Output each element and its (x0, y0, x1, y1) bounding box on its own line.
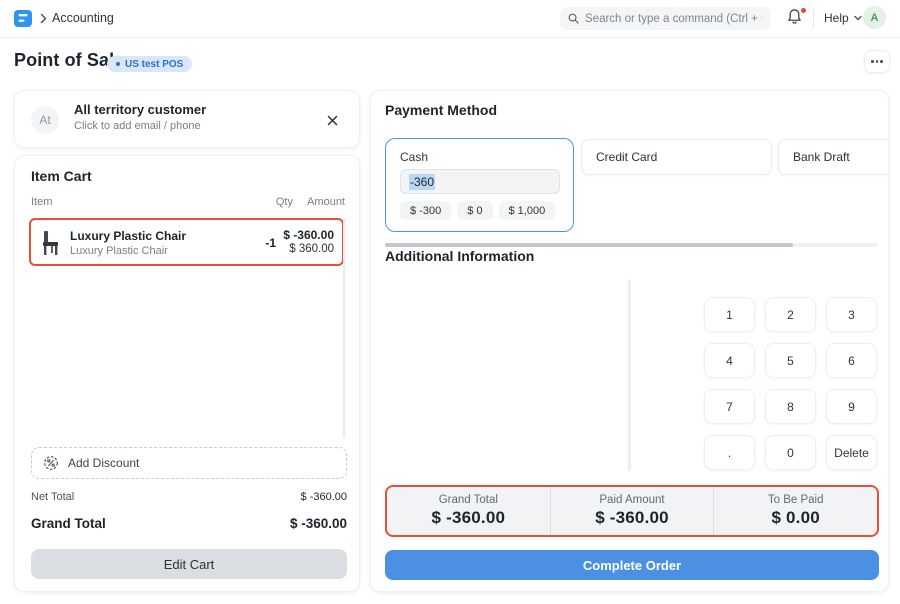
cash-amount-input[interactable]: -360 (400, 169, 560, 194)
close-icon (327, 115, 338, 126)
numpad-key-9[interactable]: 9 (826, 389, 877, 424)
credit-card-label: Credit Card (596, 150, 657, 164)
pos-profile-badge: US test POS (107, 56, 192, 72)
remove-customer-button[interactable] (323, 111, 341, 129)
customer-name: All territory customer (74, 102, 206, 117)
customer-avatar: At (31, 106, 59, 134)
customer-card[interactable]: At All territory customer Click to add e… (14, 90, 360, 148)
cart-column-headers: Item Qty Amount (31, 196, 345, 208)
totals-grand-total-value: $ -360.00 (432, 508, 506, 528)
shortcut-amount-button[interactable]: $ 0 (457, 201, 492, 220)
pos-app: Accounting Help A Point of Sale US test … (0, 0, 900, 604)
payment-method-credit-card[interactable]: Credit Card (581, 139, 772, 175)
totals-paid-amount: Paid Amount $ -360.00 (550, 487, 714, 535)
avatar-initial: A (871, 12, 879, 24)
numpad-key-2[interactable]: 2 (765, 297, 816, 332)
notification-dot (801, 8, 806, 13)
notifications-button[interactable] (787, 8, 805, 28)
customer-initials: At (39, 113, 50, 127)
totals-paid-amount-label: Paid Amount (599, 494, 664, 506)
payment-totals-bar: Grand Total $ -360.00 Paid Amount $ -360… (385, 485, 879, 537)
net-total-row: Net Total $ -360.00 (31, 491, 347, 503)
page-menu-button[interactable] (864, 50, 890, 73)
numpad-key-6[interactable]: 6 (826, 343, 877, 378)
grand-total-value: $ -360.00 (290, 516, 347, 531)
erpnext-logo-icon[interactable] (14, 10, 32, 27)
shortcut-amount-button[interactable]: $ 1,000 (499, 201, 556, 220)
numpad-key-5[interactable]: 5 (765, 343, 816, 378)
numpad-key-decimal[interactable]: . (704, 435, 755, 470)
ellipsis-icon (871, 60, 874, 63)
item-amount: $ -360.00 (283, 228, 334, 242)
net-total-value: $ -360.00 (301, 491, 347, 503)
search-icon (568, 13, 579, 24)
numpad-key-7[interactable]: 7 (704, 389, 755, 424)
cart-scrollbar[interactable] (343, 218, 345, 438)
numpad-key-3[interactable]: 3 (826, 297, 877, 332)
column-qty: Qty (276, 196, 293, 208)
methods-scrollbar-thumb[interactable] (385, 243, 793, 247)
totals-to-be-paid-label: To Be Paid (768, 494, 824, 506)
item-cart-panel: Item Cart Item Qty Amount Luxury Plastic… (14, 155, 360, 592)
help-menu[interactable]: Help (824, 11, 862, 25)
pos-profile-name: US test POS (125, 59, 183, 70)
totals-grand-total-label: Grand Total (439, 494, 498, 506)
totals-grand-total: Grand Total $ -360.00 (387, 487, 550, 535)
payment-methods: Cash -360 $ -300 $ 0 $ 1,000 Credit Card… (385, 138, 889, 233)
chevron-right-icon (39, 13, 48, 24)
numpad: 1 2 3 4 5 6 7 8 9 . 0 Delete (704, 297, 877, 517)
search-input[interactable] (585, 13, 762, 25)
net-total-label: Net Total (31, 491, 74, 503)
item-description: Luxury Plastic Chair (70, 245, 168, 257)
payment-method-bank-draft[interactable]: Bank Draft (778, 139, 889, 175)
fields-scrollbar (628, 279, 631, 471)
numpad-key-0[interactable]: 0 (765, 435, 816, 470)
numpad-key-4[interactable]: 4 (704, 343, 755, 378)
cash-amount-value: -360 (409, 174, 435, 190)
help-label: Help (824, 11, 849, 25)
payment-heading: Payment Method (385, 102, 497, 118)
edit-cart-button[interactable]: Edit Cart (31, 549, 347, 579)
discount-icon (43, 455, 59, 471)
chair-item-image (41, 230, 61, 256)
complete-order-button[interactable]: Complete Order (385, 550, 879, 580)
cash-label: Cash (400, 150, 428, 164)
column-item: Item (31, 196, 52, 208)
shortcut-amount-button[interactable]: $ -300 (400, 201, 451, 220)
item-rate: $ 360.00 (289, 243, 334, 255)
numpad-key-delete[interactable]: Delete (826, 435, 877, 470)
bank-draft-label: Bank Draft (793, 150, 850, 164)
grand-total-label: Grand Total (31, 516, 106, 531)
numpad-key-1[interactable]: 1 (704, 297, 755, 332)
user-avatar[interactable]: A (863, 6, 886, 29)
customer-contact-hint[interactable]: Click to add email / phone (74, 120, 201, 132)
methods-scrollbar-track (385, 243, 878, 247)
search-bar[interactable] (560, 7, 770, 30)
totals-to-be-paid-value: $ 0.00 (771, 508, 819, 528)
cart-item-row-selected[interactable]: Luxury Plastic Chair Luxury Plastic Chai… (29, 218, 344, 266)
column-amount: Amount (307, 196, 345, 208)
badge-dot-icon (116, 62, 120, 66)
bell-icon (787, 8, 802, 25)
totals-paid-amount-value: $ -360.00 (595, 508, 669, 528)
cash-shortcuts: $ -300 $ 0 $ 1,000 (400, 201, 555, 220)
item-name: Luxury Plastic Chair (70, 229, 186, 243)
cart-heading: Item Cart (31, 168, 92, 184)
add-discount-label: Add Discount (68, 456, 139, 470)
numpad-key-8[interactable]: 8 (765, 389, 816, 424)
payment-panel: Payment Method Cash -360 $ -300 $ 0 $ 1,… (370, 90, 889, 592)
navbar: Accounting Help A (0, 0, 900, 38)
totals-to-be-paid: To Be Paid $ 0.00 (713, 487, 877, 535)
navbar-divider (813, 9, 814, 27)
additional-info-heading: Additional Information (385, 248, 534, 264)
chevron-down-icon (854, 15, 862, 21)
item-qty: -1 (265, 236, 276, 250)
payment-method-cash[interactable]: Cash -360 $ -300 $ 0 $ 1,000 (385, 138, 574, 232)
breadcrumb[interactable]: Accounting (52, 11, 114, 25)
add-discount-button[interactable]: Add Discount (31, 447, 347, 479)
grand-total-row: Grand Total $ -360.00 (31, 516, 347, 531)
